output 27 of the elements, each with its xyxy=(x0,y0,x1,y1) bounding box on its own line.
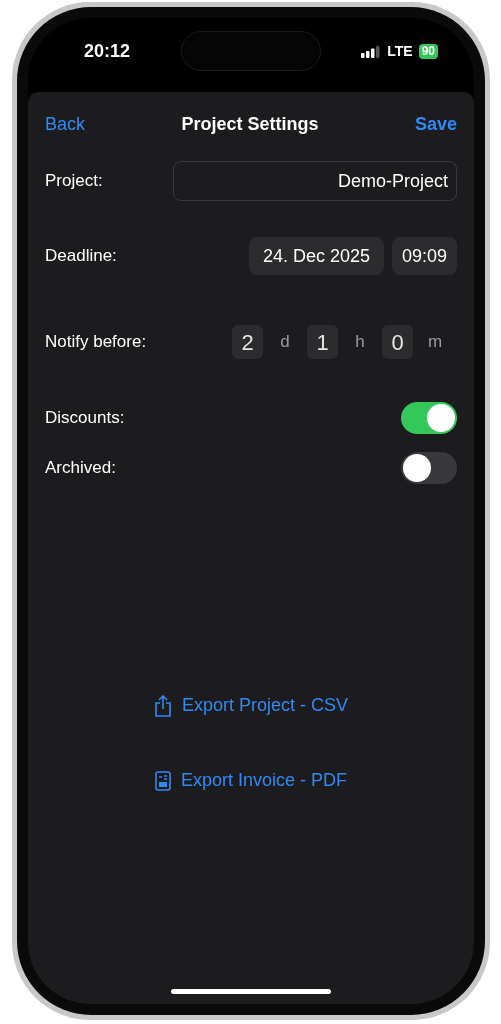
field-label: Project: xyxy=(45,170,103,193)
toggle-switch[interactable] xyxy=(401,402,457,434)
share-icon xyxy=(153,694,172,717)
status-time: 20:12 xyxy=(84,40,131,63)
network-label: LTE xyxy=(387,42,413,61)
field-label: Notify before: xyxy=(45,331,147,354)
unit-label: d xyxy=(279,331,291,354)
screen-title: Project Settings xyxy=(181,112,319,136)
battery-level: 90 xyxy=(418,44,438,59)
date-button[interactable]: 24. Dec 2025 xyxy=(248,237,384,275)
document-icon xyxy=(154,770,171,791)
toggle-label: Archived: xyxy=(45,457,116,480)
picker-wheel[interactable]: 2 xyxy=(232,325,263,359)
project-field[interactable]: Demo-Project xyxy=(173,161,457,201)
save-button[interactable]: Save xyxy=(414,110,457,138)
export-button[interactable]: Export Project - CSV xyxy=(153,692,349,719)
picker-wheel[interactable]: 1 xyxy=(307,325,338,359)
time-button[interactable]: 09:09 xyxy=(391,237,457,275)
toggle-label: Discounts: xyxy=(45,407,125,430)
picker-wheel[interactable]: 0 xyxy=(382,325,413,359)
unit-label: h xyxy=(354,331,366,354)
field-label: Deadline: xyxy=(45,245,117,268)
unit-label: m xyxy=(426,331,444,354)
export-button[interactable]: Export Invoice - PDF xyxy=(154,767,348,794)
signal-icon xyxy=(361,45,382,58)
back-button[interactable]: Back xyxy=(45,110,86,138)
toggle-switch[interactable] xyxy=(401,452,457,484)
